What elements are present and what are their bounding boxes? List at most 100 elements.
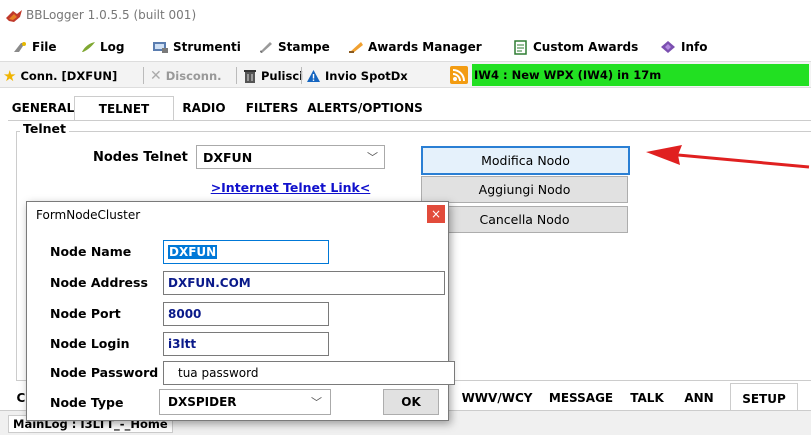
trash-icon: [244, 69, 256, 83]
file-icon: [14, 42, 26, 52]
node-cluster-dialog: FormNodeCluster × Node Name DXFUN Node A…: [26, 201, 455, 421]
tab-radio[interactable]: RADIO: [172, 96, 236, 120]
menu-custom-awards-label: Custom Awards: [533, 40, 639, 54]
menu-awards-manager[interactable]: Awards Manager: [348, 38, 482, 56]
node-login-label: Node Login: [50, 336, 130, 351]
node-name-input[interactable]: DXFUN: [163, 240, 329, 264]
send-spot-button-label: Invio SpotDx: [325, 69, 408, 83]
nodes-telnet-select[interactable]: DXFUN ﹀: [196, 145, 385, 169]
awards-icon: [349, 42, 363, 53]
tab-divider: [8, 120, 811, 121]
settings-tabs: GENERAL TELNET RADIO FILTERS ALERTS/OPTI…: [8, 96, 811, 121]
edit-node-button-label: Modifica Nodo: [481, 153, 570, 168]
node-address-value: DXFUN.COM: [168, 276, 251, 290]
node-type-label: Node Type: [50, 395, 124, 410]
node-type-value: DXSPIDER: [168, 395, 237, 409]
delete-node-button[interactable]: Cancella Nodo: [421, 206, 628, 233]
node-port-label: Node Port: [50, 306, 121, 321]
star-icon: ★: [3, 67, 17, 85]
menu-info[interactable]: Info: [659, 38, 707, 56]
tab-telnet[interactable]: TELNET: [74, 96, 174, 121]
tab-ann-label: ANN: [684, 390, 714, 405]
dialog-title-bar: FormNodeCluster ×: [27, 202, 448, 228]
node-address-label: Node Address: [50, 275, 148, 290]
edit-node-button[interactable]: Modifica Nodo: [421, 146, 630, 175]
tab-ann[interactable]: ANN: [674, 385, 724, 410]
node-name-value: DXFUN: [168, 245, 218, 259]
node-login-input[interactable]: i3ltt: [163, 332, 329, 356]
chevron-down-icon: ﹀: [367, 151, 378, 164]
custom-awards-icon: [514, 39, 527, 55]
connect-button-label: Conn. [DXFUN]: [20, 69, 118, 83]
node-port-value: 8000: [168, 307, 202, 321]
app-logo-icon: [6, 10, 22, 22]
tab-telnet-label: TELNET: [98, 102, 150, 116]
menu-stampe-label: Stampe: [278, 40, 330, 54]
log-icon: [82, 42, 95, 52]
menu-file-label: File: [32, 40, 57, 54]
node-password-label: Node Password: [50, 365, 159, 380]
connect-button[interactable]: ★ Conn. [DXFUN]: [3, 67, 117, 85]
node-address-input[interactable]: DXFUN.COM: [163, 271, 445, 295]
menu-stampe[interactable]: Stampe: [258, 38, 330, 56]
tab-radio-label: RADIO: [182, 101, 226, 115]
menu-log[interactable]: Log: [80, 38, 124, 56]
menu-awards-manager-label: Awards Manager: [368, 40, 482, 54]
window-title: BBLogger 1.0.5.5 (built 001): [26, 8, 197, 22]
dialog-title: FormNodeCluster: [36, 208, 141, 222]
menu-strumenti[interactable]: Strumenti: [152, 38, 241, 56]
menu-custom-awards[interactable]: Custom Awards: [513, 38, 638, 56]
node-password-input[interactable]: tua password: [163, 361, 455, 385]
tab-message-label: MESSAGE: [548, 390, 614, 405]
tab-wwv-wcy-label: WWV/WCY: [461, 390, 533, 405]
alert-banner-text: IW4 : New WPX (IW4) in 17m: [474, 68, 662, 82]
toolbar-divider: [236, 67, 237, 84]
internet-telnet-link[interactable]: >Internet Telnet Link<: [196, 180, 385, 195]
title-bar: BBLogger 1.0.5.5 (built 001): [0, 0, 811, 33]
tab-alerts-options[interactable]: ALERTS/OPTIONS: [307, 96, 423, 120]
menu-file[interactable]: File: [12, 38, 57, 56]
node-name-label: Node Name: [50, 244, 132, 259]
send-spot-button[interactable]: Invio SpotDx: [306, 67, 408, 85]
delete-node-button-label: Cancella Nodo: [479, 212, 570, 227]
tab-filters[interactable]: FILTERS: [236, 96, 308, 120]
add-node-button-label: Aggiungi Nodo: [478, 182, 571, 197]
menu-info-label: Info: [681, 40, 708, 54]
close-icon[interactable]: ×: [427, 205, 445, 223]
ok-button-label: OK: [401, 395, 421, 409]
tab-talk-label: TALK: [630, 390, 664, 405]
tab-alerts-options-label: ALERTS/OPTIONS: [307, 101, 423, 115]
dx-alert-banner: IW4 : New WPX (IW4) in 17m: [472, 64, 809, 86]
node-password-value: tua password: [178, 366, 259, 380]
tab-talk[interactable]: TALK: [620, 385, 674, 410]
add-node-button[interactable]: Aggiungi Nodo: [421, 176, 628, 203]
ok-button[interactable]: OK: [383, 389, 439, 415]
print-icon: [260, 42, 272, 53]
menu-strumenti-label: Strumenti: [173, 40, 241, 54]
tab-general[interactable]: GENERAL: [8, 96, 78, 120]
tab-message[interactable]: MESSAGE: [542, 385, 620, 410]
disconnect-icon: ✕: [150, 68, 162, 84]
tab-general-label: GENERAL: [11, 101, 75, 115]
toolbar-divider: [301, 67, 302, 84]
rss-icon[interactable]: [450, 66, 468, 84]
node-port-input[interactable]: 8000: [163, 302, 329, 326]
clear-button[interactable]: Pulisci: [243, 67, 303, 85]
clear-button-label: Pulisci: [261, 69, 304, 83]
node-type-select[interactable]: DXSPIDER ﹀: [159, 389, 331, 415]
nodes-telnet-value: DXFUN: [203, 149, 253, 165]
tab-setup-label: SETUP: [742, 392, 786, 406]
disconnect-button-label: Disconn.: [165, 69, 222, 83]
menu-bar: File Log Strumenti Stampe Awards Manager…: [0, 34, 811, 60]
disconnect-button[interactable]: ✕ Disconn.: [150, 67, 222, 85]
info-icon: [661, 41, 675, 53]
menu-log-label: Log: [100, 40, 125, 54]
tools-icon: [153, 42, 168, 53]
telnet-group-title: Telnet: [20, 121, 69, 136]
node-login-value: i3ltt: [168, 337, 197, 351]
tab-wwv-wcy[interactable]: WWV/WCY: [452, 385, 542, 410]
red-arrow-annotation: [646, 145, 810, 169]
tab-filters-label: FILTERS: [245, 101, 299, 115]
toolbar-divider: [143, 67, 144, 84]
nodes-telnet-label: Nodes Telnet: [93, 150, 188, 165]
